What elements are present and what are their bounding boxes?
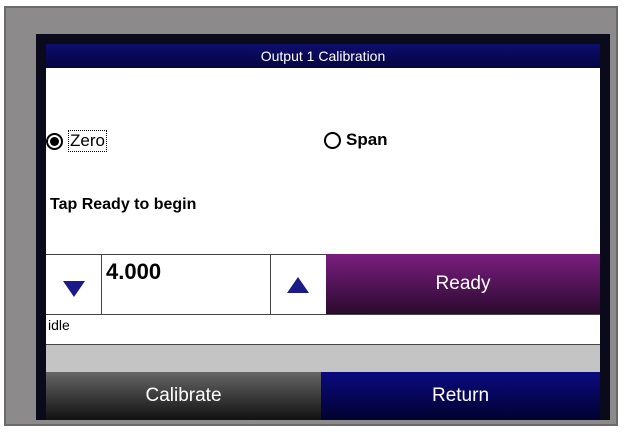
value-field[interactable]: 4.000 <box>102 254 270 314</box>
device-bezel: Output 1 Calibration Zero Span Tap Ready… <box>4 6 618 426</box>
instruction-text: Tap Ready to begin <box>50 196 197 213</box>
return-button[interactable]: Return <box>321 372 600 420</box>
radio-selected-dot-icon <box>50 136 59 146</box>
mode-panel: Zero Span Tap Ready to begin <box>46 68 600 254</box>
progress-bar <box>46 344 600 372</box>
increment-button[interactable] <box>270 254 326 314</box>
status-text: idle <box>46 314 600 344</box>
window-title: Output 1 Calibration <box>46 44 600 68</box>
zero-radio-button[interactable]: Zero <box>46 130 107 152</box>
decrement-button[interactable] <box>46 254 102 314</box>
ready-button[interactable]: Ready <box>326 254 600 314</box>
calibrate-button[interactable]: Calibrate <box>46 372 321 420</box>
up-triangle-icon <box>287 277 309 293</box>
down-triangle-icon <box>63 281 85 297</box>
calibration-screen: Output 1 Calibration Zero Span Tap Ready… <box>36 34 610 420</box>
span-radio-circle-icon <box>324 131 341 149</box>
span-radio-label: Span <box>346 130 388 149</box>
zero-radio-circle-icon <box>46 132 63 150</box>
zero-radio-label: Zero <box>68 130 107 152</box>
span-radio-button[interactable]: Span <box>324 130 388 150</box>
value-controls-row: 4.000 Ready <box>46 254 600 314</box>
